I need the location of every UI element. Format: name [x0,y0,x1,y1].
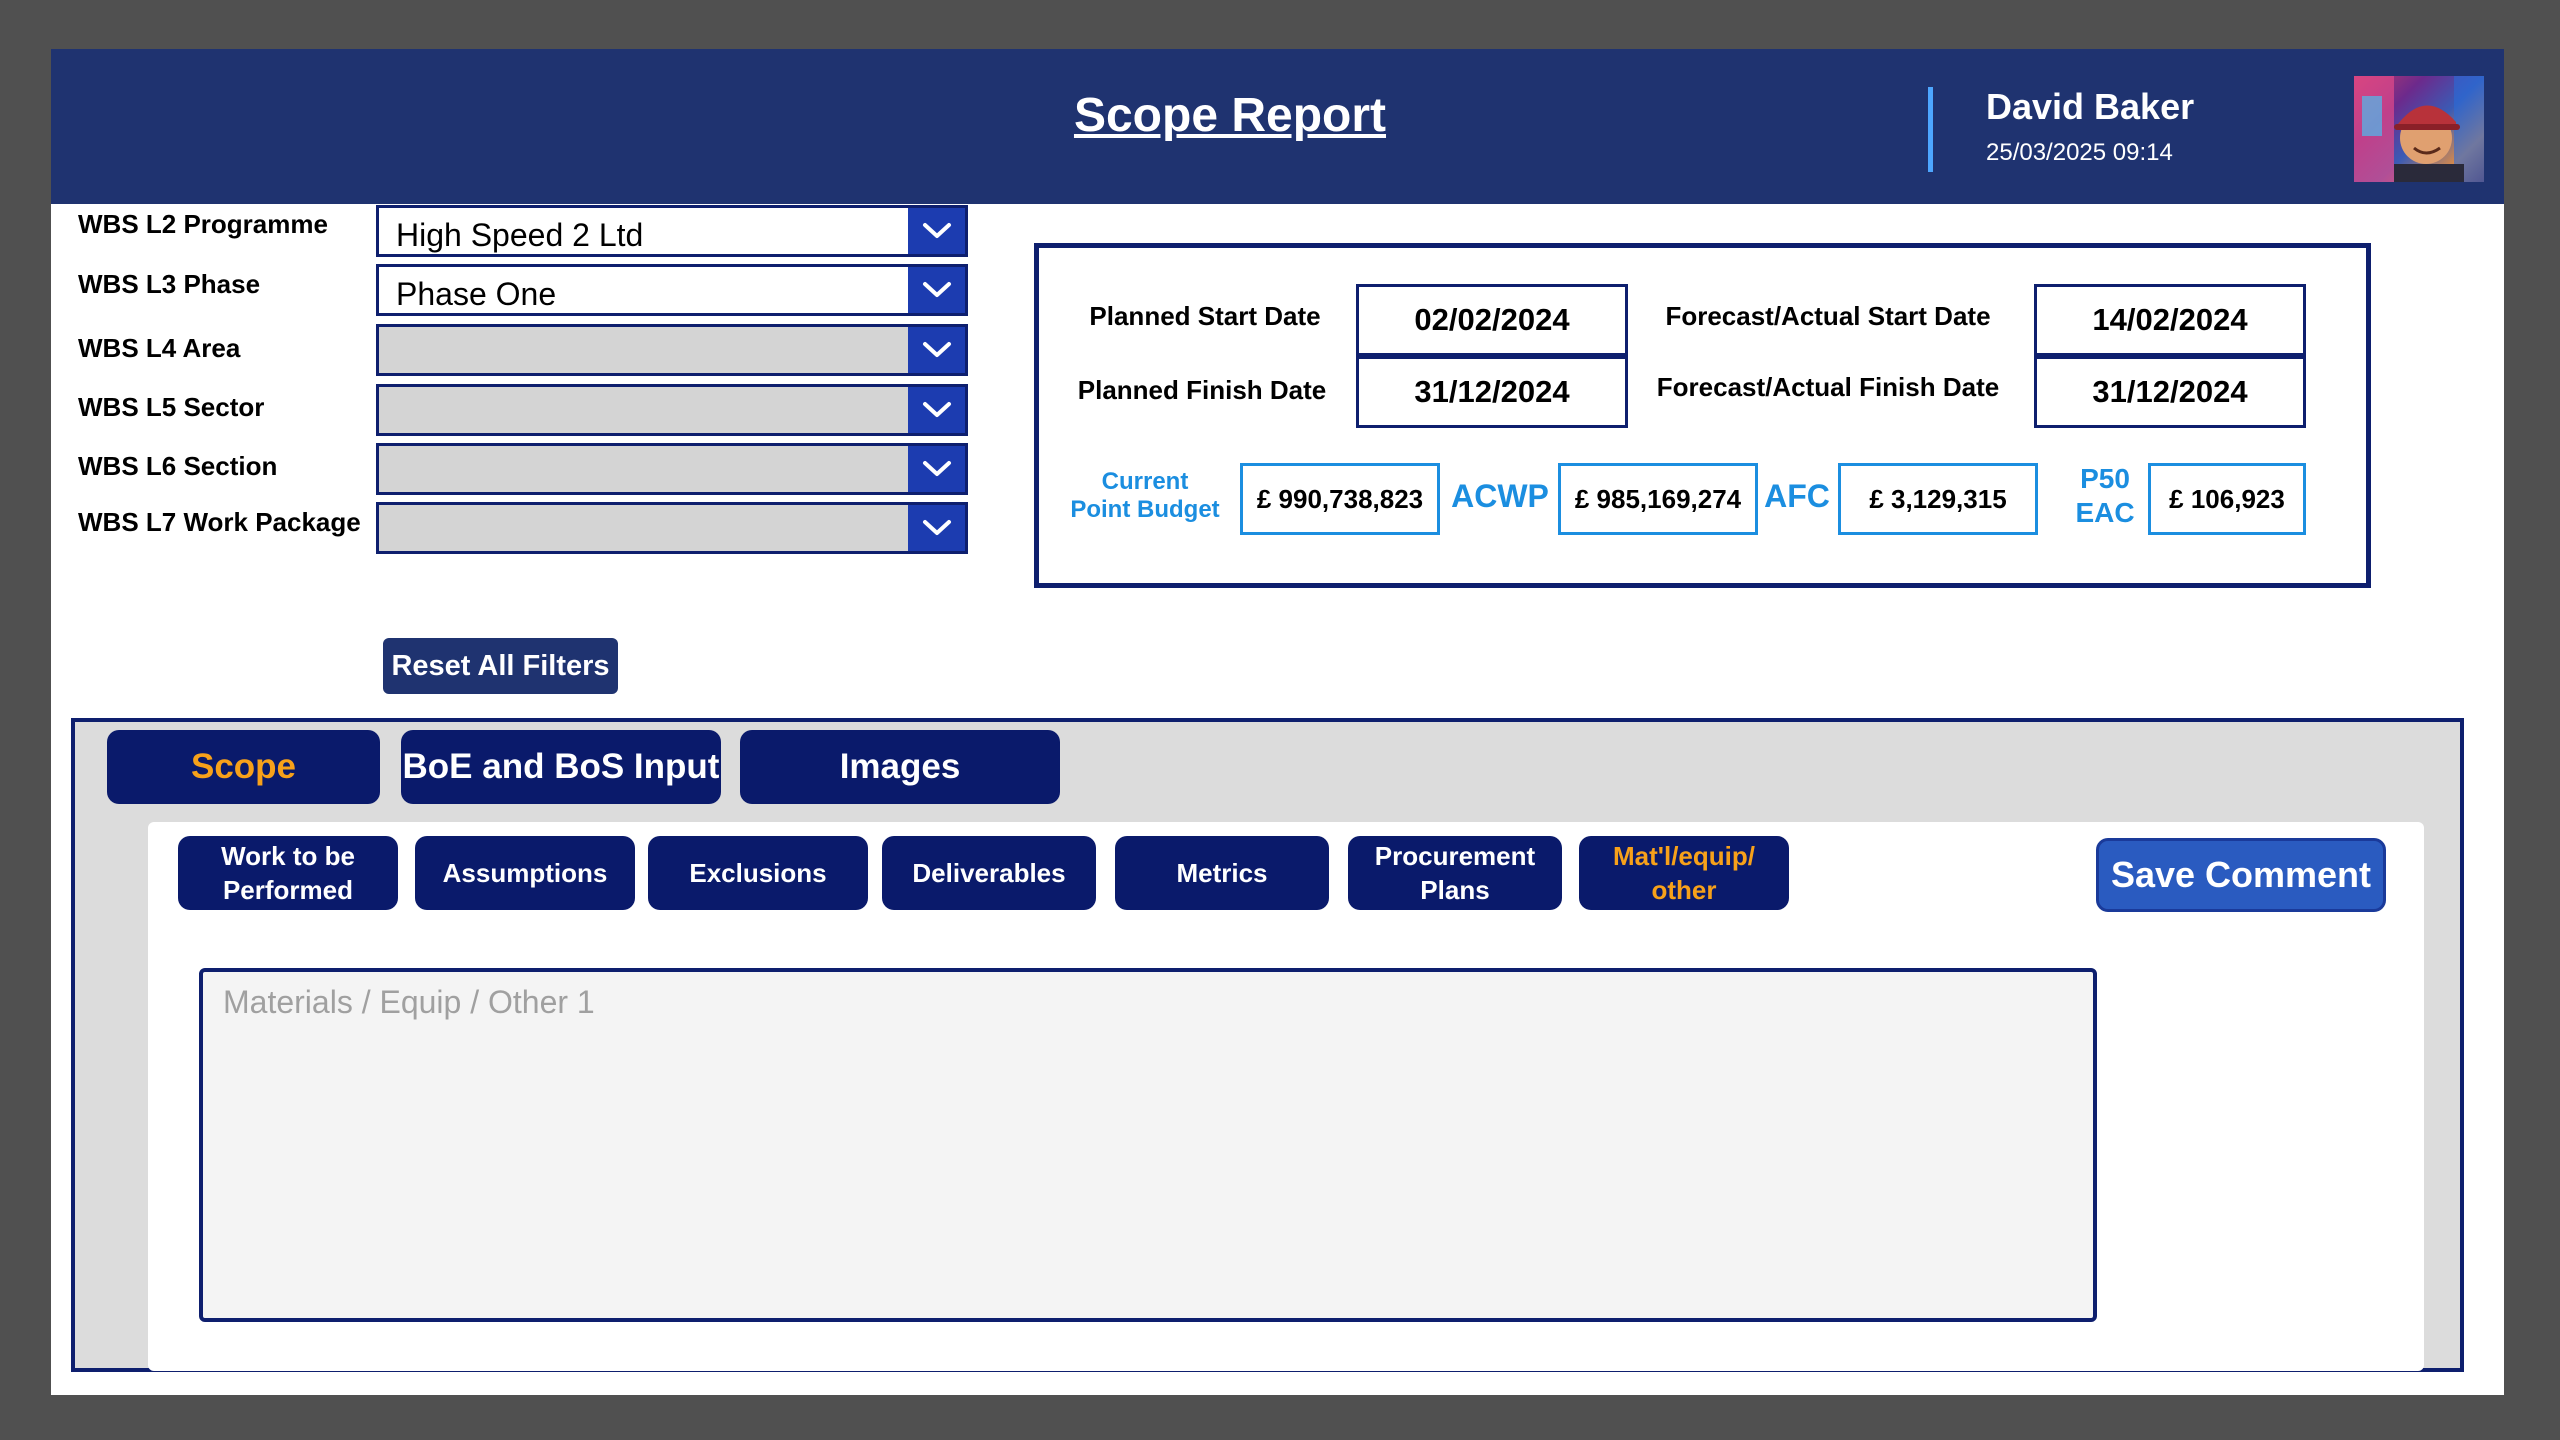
filter-dropdown-l4[interactable] [376,324,968,376]
subtab-line1: Deliverables [912,858,1066,888]
budget-label-line1: Current [1101,468,1189,495]
header-divider [1928,87,1933,172]
comment-placeholder: Materials / Equip / Other 1 [223,984,595,1020]
eac-value: £ 106,923 [2148,463,2306,535]
subtab-metrics[interactable]: Metrics [1115,836,1329,910]
filter-label-l2: WBS L2 Programme [78,209,328,239]
subtab-line1: Exclusions [689,858,827,888]
eac-label-line1: P50 [2080,463,2130,494]
planned-finish-label: Planned Finish Date [1077,375,1327,405]
filter-label-l6: WBS L6 Section [78,451,278,481]
filter-value-l3: Phase One [396,276,557,312]
acwp-value: £ 985,169,274 [1558,463,1758,535]
chevron-down-icon[interactable] [908,387,965,433]
tab-images[interactable]: Images [740,730,1060,804]
filter-dropdown-l6[interactable] [376,443,968,495]
subtab-matl-equip-other[interactable]: Mat'l/equip/other [1579,836,1789,910]
afc-value: £ 3,129,315 [1838,463,2038,535]
reset-filters-button[interactable]: Reset All Filters [383,638,618,694]
filter-label-l4: WBS L4 Area [78,333,241,363]
subtab-procurement-plans[interactable]: Procurement Plans [1348,836,1562,910]
planned-start-value: 02/02/2024 [1356,284,1628,356]
chevron-down-icon[interactable] [908,267,965,313]
subtab-line2: Performed [222,875,354,905]
budget-value: £ 990,738,823 [1240,463,1440,535]
budget-label: Current Point Budget [1060,468,1230,524]
subtab-exclusions[interactable]: Exclusions [648,836,868,910]
subtab-line1: Assumptions [442,858,608,888]
subtab-line1: Procurement [1374,841,1536,871]
subtab-line1: Metrics [1176,858,1268,888]
forecast-start-value: 14/02/2024 [2034,284,2306,356]
forecast-finish-label: Forecast/Actual Finish Date [1656,372,2000,402]
filter-dropdown-l2[interactable]: High Speed 2 Ltd [376,205,968,257]
chevron-down-icon[interactable] [908,446,965,492]
filter-label-l5: WBS L5 Sector [78,392,265,422]
eac-label-line2: EAC [2075,497,2135,528]
chevron-down-icon[interactable] [908,327,965,373]
forecast-start-label: Forecast/Actual Start Date [1665,301,1991,331]
save-comment-button[interactable]: Save Comment [2096,838,2386,912]
planned-finish-value: 31/12/2024 [1356,356,1628,428]
filter-label-l7: WBS L7 Work Package [78,507,361,537]
subtab-line1: Mat'l/equip/ [1613,841,1755,871]
comment-textarea[interactable]: Materials / Equip / Other 1 [199,968,2097,1322]
page-title: Scope Report [1073,89,1387,142]
filter-dropdown-l3[interactable]: Phase One [376,264,968,316]
avatar[interactable] [2354,76,2484,182]
eac-label: P50 EAC [2062,462,2148,530]
subtab-line2: other [1651,875,1717,905]
chevron-down-icon[interactable] [908,505,965,551]
user-datetime: 25/03/2025 09:14 [1986,139,2173,166]
subtab-assumptions[interactable]: Assumptions [415,836,635,910]
user-name: David Baker [1986,86,2195,127]
subtab-deliverables[interactable]: Deliverables [882,836,1096,910]
acwp-label: ACWP [1451,478,1549,514]
tab-boe-bos-input[interactable]: BoE and BoS Input [401,730,721,804]
afc-label: AFC [1764,478,1830,514]
filter-label-l3: WBS L3 Phase [78,269,261,299]
subtab-work-to-be-performed[interactable]: Work to be Performed [178,836,398,910]
tab-scope[interactable]: Scope [107,730,380,804]
planned-start-label: Planned Start Date [1089,301,1321,331]
subtab-line1: Work to be [221,841,355,871]
subtab-line2: Plans [1420,875,1490,905]
filter-dropdown-l7[interactable] [376,502,968,554]
user-photo-icon [2354,76,2484,182]
filter-value-l2: High Speed 2 Ltd [396,217,644,253]
budget-label-line2: Point Budget [1070,496,1220,523]
forecast-finish-value: 31/12/2024 [2034,356,2306,428]
filter-dropdown-l5[interactable] [376,384,968,436]
chevron-down-icon[interactable] [908,208,965,254]
